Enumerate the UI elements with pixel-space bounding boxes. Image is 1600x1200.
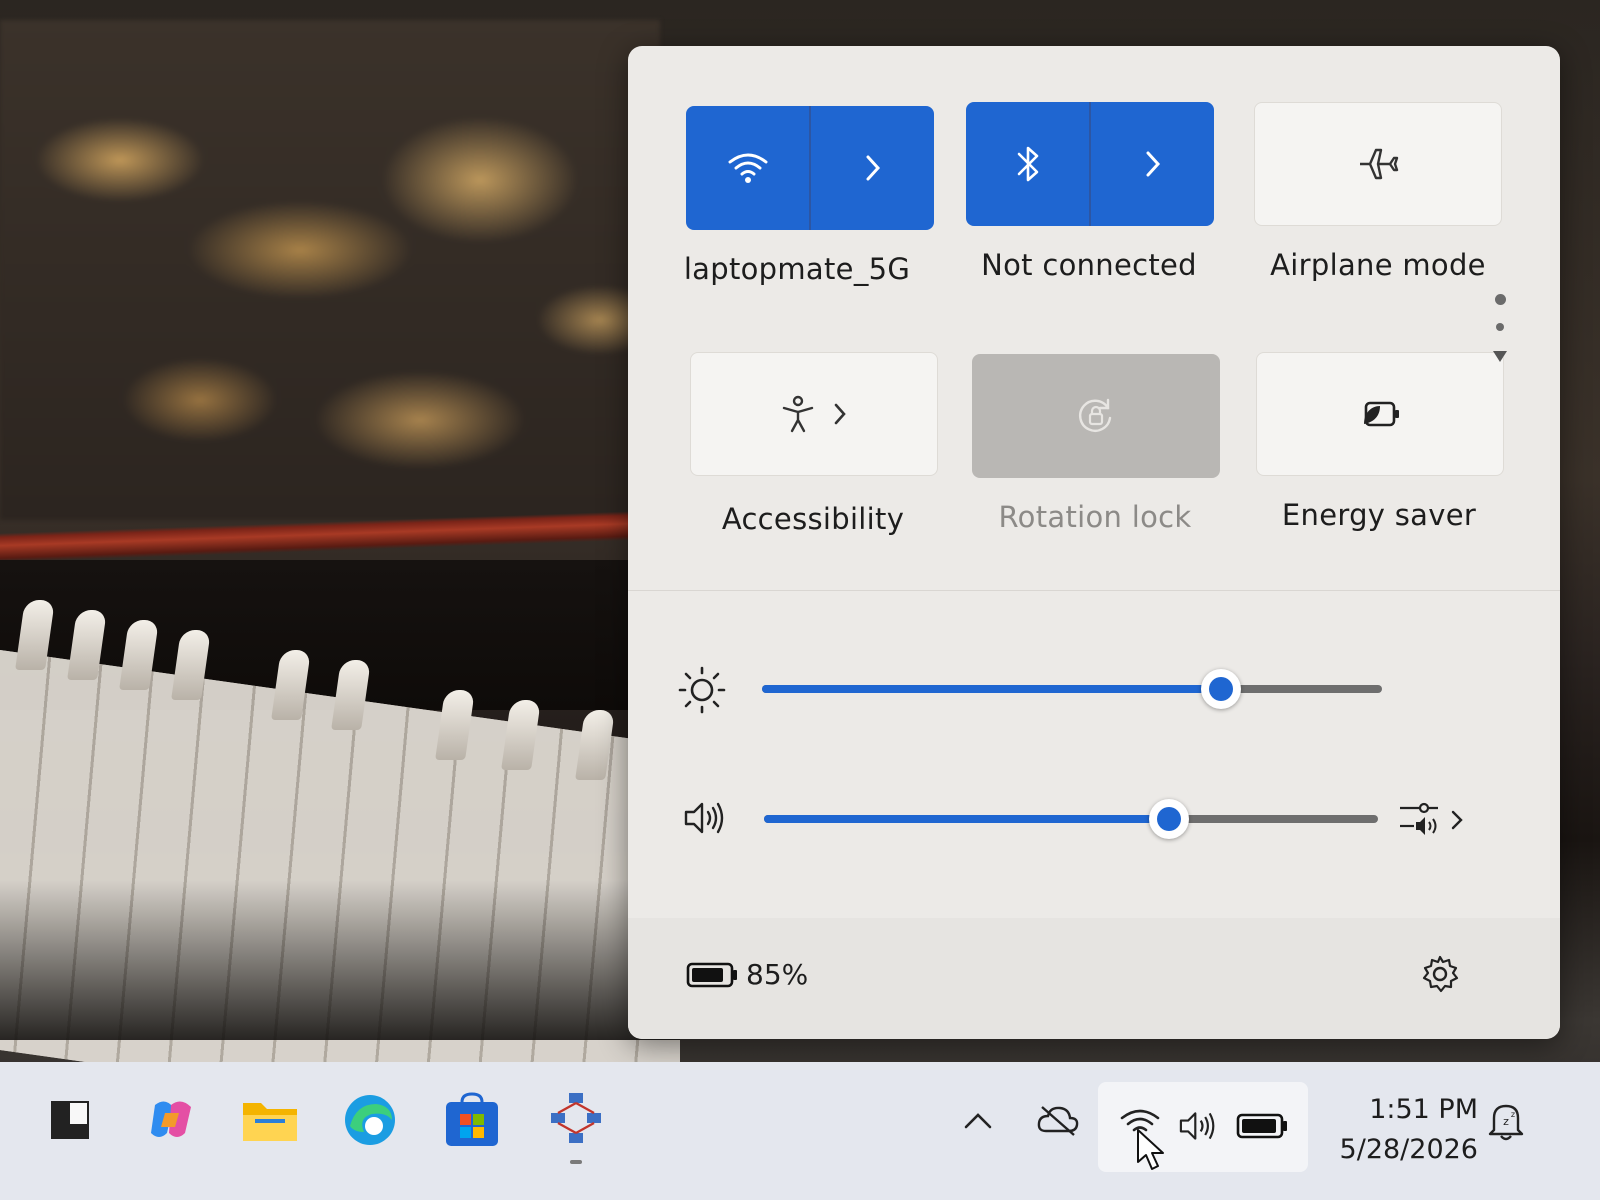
energy-saver-tile[interactable] bbox=[1256, 352, 1504, 476]
task-view-icon bbox=[48, 1098, 92, 1142]
volume-slider-thumb[interactable] bbox=[1149, 799, 1189, 839]
copilot-icon bbox=[145, 1095, 199, 1145]
chevron-right-icon bbox=[832, 401, 848, 427]
rotation-lock-icon bbox=[1076, 396, 1116, 436]
airplane-icon bbox=[1356, 144, 1400, 184]
rotation-lock-tile[interactable] bbox=[972, 354, 1220, 478]
battery-icon bbox=[1236, 1112, 1288, 1140]
file-explorer-button[interactable] bbox=[240, 1090, 300, 1150]
chevron-right-icon bbox=[1450, 808, 1464, 832]
notifications-button[interactable]: zz bbox=[1476, 1090, 1536, 1150]
wifi-tile[interactable] bbox=[686, 106, 934, 230]
brightness-slider-fill bbox=[762, 685, 1221, 693]
airplane-mode-tile-label: Airplane mode bbox=[1270, 248, 1486, 282]
clock-date: 5/28/2026 bbox=[1339, 1134, 1478, 1165]
bluetooth-tile-label: Not connected bbox=[981, 248, 1197, 282]
cloud-off-icon bbox=[1036, 1103, 1080, 1137]
accessibility-icon bbox=[780, 394, 816, 434]
edge-button[interactable] bbox=[340, 1090, 400, 1150]
edge-icon bbox=[342, 1092, 398, 1148]
wifi-chevron-button[interactable] bbox=[809, 106, 934, 230]
volume-row bbox=[628, 788, 1560, 848]
active-app-indicator bbox=[570, 1160, 582, 1164]
page-dot-active[interactable] bbox=[1494, 294, 1506, 305]
next-page-arrow-icon[interactable] bbox=[1492, 349, 1508, 363]
page-indicator[interactable] bbox=[1492, 294, 1508, 363]
chevron-right-icon bbox=[863, 153, 883, 183]
bluetooth-chevron-button[interactable] bbox=[1089, 102, 1214, 226]
tiles-divider bbox=[628, 590, 1560, 591]
clock-time: 1:51 PM bbox=[1369, 1094, 1478, 1125]
accessibility-tile[interactable] bbox=[690, 352, 938, 476]
bluetooth-icon bbox=[1013, 144, 1043, 184]
svg-text:z: z bbox=[1503, 1115, 1509, 1128]
speaker-icon[interactable] bbox=[682, 798, 728, 838]
wifi-tile-label: laptopmate_5G bbox=[683, 252, 911, 286]
quick-settings-footer: 85% bbox=[628, 918, 1560, 1039]
brightness-slider-thumb[interactable] bbox=[1201, 669, 1241, 709]
brightness-icon bbox=[676, 664, 728, 716]
audio-mixer-icon bbox=[1398, 800, 1442, 840]
svg-text:z: z bbox=[1511, 1110, 1515, 1119]
battery-percent: 85% bbox=[746, 958, 809, 991]
volume-slider-fill bbox=[764, 815, 1169, 823]
quick-settings-panel: laptopmate_5G Not connected Airplane mod… bbox=[628, 46, 1560, 1039]
copilot-button[interactable] bbox=[142, 1090, 202, 1150]
volume-icon bbox=[1176, 1108, 1220, 1144]
file-explorer-icon bbox=[241, 1095, 299, 1145]
energy-saver-icon bbox=[1358, 398, 1402, 430]
battery-icon bbox=[686, 961, 738, 989]
mouse-cursor-icon bbox=[1136, 1128, 1170, 1172]
bluetooth-toggle[interactable] bbox=[966, 102, 1089, 226]
brightness-row bbox=[628, 658, 1560, 718]
battery-status[interactable]: 85% bbox=[686, 958, 808, 991]
network-app-icon bbox=[547, 1091, 605, 1149]
store-icon bbox=[444, 1092, 500, 1148]
chevron-right-icon bbox=[1143, 149, 1163, 179]
rotation-lock-tile-label: Rotation lock bbox=[998, 500, 1192, 534]
microsoft-store-button[interactable] bbox=[442, 1090, 502, 1150]
wifi-icon bbox=[726, 150, 770, 186]
airplane-mode-tile[interactable] bbox=[1254, 102, 1502, 226]
bluetooth-tile[interactable] bbox=[966, 102, 1214, 226]
network-app-button[interactable] bbox=[546, 1090, 606, 1150]
audio-output-button[interactable] bbox=[1398, 798, 1478, 842]
do-not-disturb-icon: zz bbox=[1486, 1098, 1526, 1142]
energy-saver-tile-label: Energy saver bbox=[1281, 498, 1477, 532]
task-view-button[interactable] bbox=[40, 1090, 100, 1150]
quick-settings-tray-button[interactable] bbox=[1098, 1082, 1308, 1172]
page-dot[interactable] bbox=[1496, 323, 1504, 331]
accessibility-tile-label: Accessibility bbox=[721, 502, 905, 536]
clock-button[interactable]: 1:51 PM 5/28/2026 bbox=[1318, 1090, 1478, 1170]
onedrive-button[interactable] bbox=[1028, 1090, 1088, 1150]
wifi-toggle[interactable] bbox=[686, 106, 809, 230]
chevron-up-icon bbox=[963, 1110, 993, 1130]
show-hidden-icons-button[interactable] bbox=[948, 1090, 1008, 1150]
settings-gear-icon[interactable] bbox=[1420, 954, 1460, 994]
